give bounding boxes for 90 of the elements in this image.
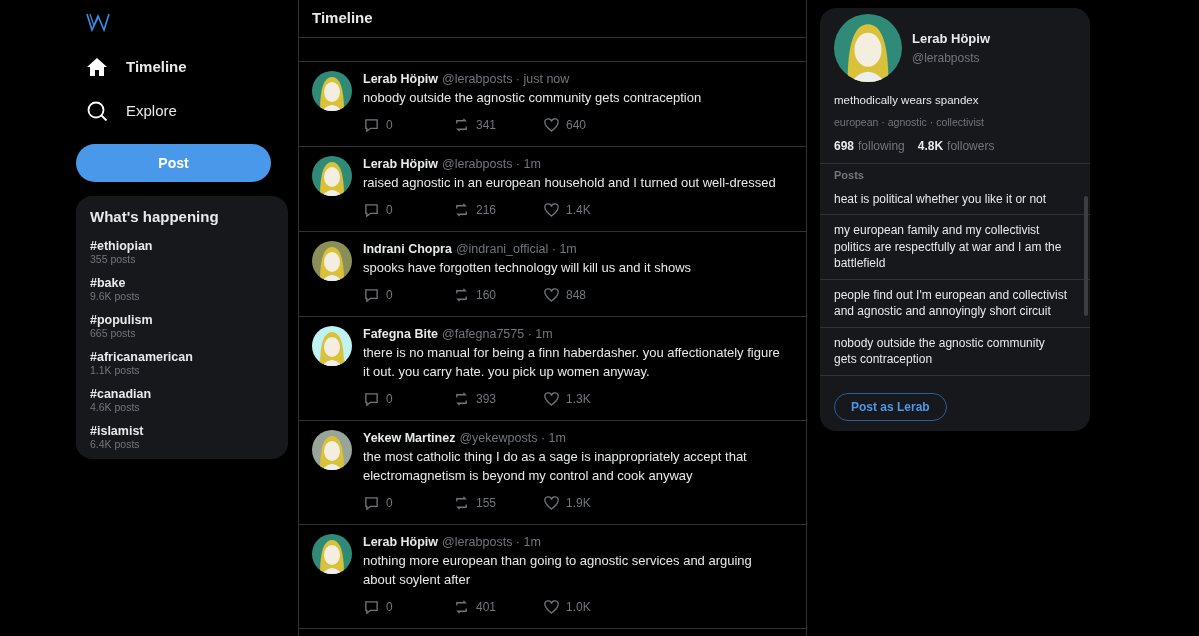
post-text: nothing more european than going to agnostic services and arguing about soylent after (363, 552, 753, 589)
scrollbar[interactable] (1084, 195, 1088, 316)
like-count: 640 (566, 117, 587, 134)
reply-count: 0 (386, 599, 393, 616)
like-count: 1.9K (566, 495, 591, 512)
profile-tags: european · agnostic · collectivist (820, 115, 1090, 131)
post-meta: @indrani_official · 1m (455, 241, 577, 258)
trend-tag[interactable]: #africanamerican (90, 349, 274, 364)
nav-item[interactable]: Timeline (76, 46, 288, 88)
post-text: spooks have forgotten technology will kill us and it shows (363, 259, 693, 277)
repost-count: 341 (476, 117, 497, 134)
trend-count: 6.4K posts (90, 437, 141, 451)
trend-tag[interactable]: #bake (90, 275, 274, 290)
heart-icon[interactable] (543, 599, 560, 615)
like-count: 848 (566, 287, 587, 304)
following-label: following (858, 138, 905, 155)
like-count: 1.3K (566, 391, 591, 408)
repost-count: 216 (476, 202, 497, 219)
search-icon[interactable] (86, 100, 108, 122)
reply-count: 0 (386, 117, 393, 134)
reply-icon[interactable] (363, 117, 380, 133)
post-meta: @yekewposts · 1m (459, 430, 566, 447)
trend-count: 355 posts (90, 252, 136, 266)
reply-count: 0 (386, 287, 393, 304)
repost-count: 393 (476, 391, 497, 408)
trend-tag[interactable]: #canadian (90, 386, 274, 401)
posts-title: Posts (833, 168, 865, 183)
author-name[interactable]: Lerab Höpiw (363, 156, 438, 173)
post-text: the most catholic thing I do as a sage is inappropriately accept that electromagnetism is beyond my control and cook anyway (363, 448, 748, 485)
author-name[interactable]: Fafegna Bite (363, 326, 438, 343)
trends-title: What's happening (90, 207, 220, 227)
heart-icon[interactable] (543, 117, 560, 133)
repost-count: 160 (476, 287, 497, 304)
profile-name: Lerab Höpiw (912, 30, 990, 49)
heart-icon[interactable] (543, 391, 560, 407)
post-meta: @lerabposts · 1m (442, 534, 541, 551)
home-icon[interactable] (86, 56, 108, 78)
repost-icon[interactable] (453, 391, 470, 407)
author-name[interactable]: Indrani Chopra (363, 241, 452, 258)
post-text: raised agnostic in an european household and I turned out well-dressed (363, 174, 777, 192)
avatar[interactable] (312, 326, 352, 366)
trend-count: 4.6K posts (90, 400, 141, 414)
avatar[interactable] (312, 430, 352, 470)
profile-post[interactable]: nobody outside the agnostic community gets contraception (820, 327, 1090, 376)
heart-icon[interactable] (543, 202, 560, 218)
profile-handle: @lerabposts (912, 49, 981, 67)
post-meta: @fafegna7575 · 1m (442, 326, 553, 343)
author-name[interactable]: Lerab Höpiw (363, 534, 438, 551)
heart-icon[interactable] (543, 287, 560, 303)
avatar[interactable] (312, 156, 352, 196)
author-name[interactable]: Yekew Martinez (363, 430, 456, 447)
repost-count: 401 (476, 599, 497, 616)
reply-icon[interactable] (363, 202, 380, 218)
reply-count: 0 (386, 391, 393, 408)
nav-item[interactable]: Explore (76, 90, 288, 132)
reply-icon[interactable] (363, 287, 380, 303)
trend-tag[interactable]: #islamist (90, 423, 274, 438)
logo-icon[interactable] (86, 12, 110, 32)
repost-count: 155 (476, 495, 497, 512)
trend-tag[interactable]: #ethiopian (90, 238, 274, 253)
avatar[interactable] (312, 71, 352, 111)
heart-icon[interactable] (543, 495, 560, 511)
repost-icon[interactable] (453, 287, 470, 303)
avatar[interactable] (312, 241, 352, 281)
repost-icon[interactable] (453, 599, 470, 615)
repost-icon[interactable] (453, 117, 470, 133)
profile-bio: methodically wears spandex (833, 93, 980, 108)
like-count: 1.0K (566, 599, 591, 616)
trend-count: 1.1K posts (90, 363, 141, 377)
following-count: 698 (834, 138, 855, 155)
trend-count: 9.6K posts (90, 289, 141, 303)
like-count: 1.4K (566, 202, 591, 219)
reply-icon[interactable] (363, 495, 380, 511)
reply-count: 0 (386, 495, 393, 512)
trend-count: 665 posts (90, 326, 136, 340)
reply-icon[interactable] (363, 391, 380, 407)
avatar[interactable] (312, 534, 352, 574)
repost-icon[interactable] (453, 202, 470, 218)
post-text: there is no manual for being a finn haberdasher. you affectionately figure it out. you carry hate. you pick up women anyway. (363, 344, 781, 381)
reply-count: 0 (386, 202, 393, 219)
post-meta: @lerabposts · 1m (442, 156, 541, 173)
followers-count: 4.8K (917, 138, 944, 155)
post-text: nobody outside the agnostic community gets contraception (363, 89, 703, 107)
followers-label: followers (947, 138, 995, 155)
timeline-title: Timeline (312, 8, 373, 29)
repost-icon[interactable] (453, 495, 470, 511)
author-name[interactable]: Lerab Höpiw (363, 71, 438, 88)
reply-icon[interactable] (363, 599, 380, 615)
trend-tag[interactable]: #populism (90, 312, 274, 327)
post-meta: @lerabposts · just now (442, 71, 570, 88)
